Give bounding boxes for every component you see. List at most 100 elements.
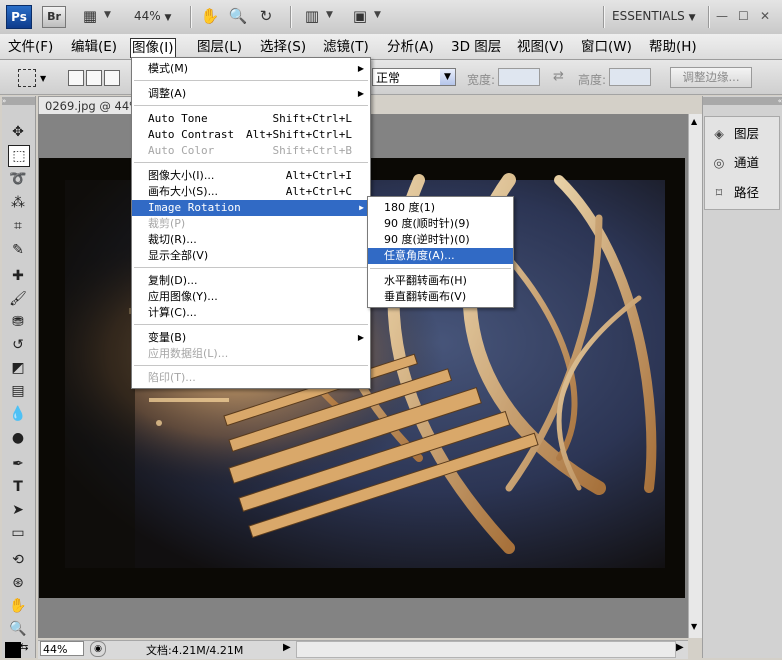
- chevron-down-icon[interactable]: ▼: [374, 10, 381, 20]
- scroll-down-icon[interactable]: ▼: [691, 622, 697, 631]
- brush-tool-icon[interactable]: 🖌: [8, 289, 28, 309]
- image-rotation-submenu: 180 度(1) 90 度(顺时针)(9) 90 度(逆时针)(0) 任意角度(…: [367, 196, 514, 308]
- menu-item-variables[interactable]: 变量(B) ▶: [132, 330, 370, 346]
- channels-icon: ◎: [713, 155, 725, 170]
- eraser-icon[interactable]: ◩: [8, 358, 28, 378]
- menu-separator: [134, 162, 368, 163]
- menu-file[interactable]: 文件(F): [7, 38, 54, 56]
- scroll-up-icon[interactable]: ▲: [691, 117, 697, 126]
- lasso-tool-icon[interactable]: ➰: [8, 169, 28, 189]
- hand-tool-icon[interactable]: ✋: [8, 596, 28, 616]
- menu-item-adjustments[interactable]: 调整(A) ▶: [132, 86, 370, 102]
- menu-item-flip-vertical[interactable]: 垂直翻转画布(V): [368, 289, 513, 305]
- menu-item-rotate-180[interactable]: 180 度(1): [368, 200, 513, 216]
- eyedropper-icon[interactable]: ✎: [8, 240, 28, 260]
- channels-panel-button[interactable]: ◎ 通道: [710, 151, 759, 175]
- paths-panel-button[interactable]: ⌑ 路径: [710, 181, 759, 205]
- menu-item-auto-tone[interactable]: Auto Tone Shift+Ctrl+L: [132, 111, 370, 127]
- subtract-selection-icon[interactable]: [104, 70, 120, 86]
- menu-item-reveal-all[interactable]: 显示全部(V): [132, 248, 370, 264]
- hand-icon[interactable]: ✋: [200, 6, 220, 26]
- magic-wand-icon[interactable]: ⁂: [8, 193, 28, 213]
- menu-help[interactable]: 帮助(H): [648, 38, 698, 56]
- type-tool-icon[interactable]: T: [8, 477, 28, 497]
- 3d-rotate-icon[interactable]: ⟲: [8, 550, 28, 570]
- menu-item-duplicate[interactable]: 复制(D)...: [132, 273, 370, 289]
- maximize-icon[interactable]: ☐: [738, 9, 749, 23]
- zoom-tool-icon[interactable]: 🔍: [8, 619, 28, 639]
- channels-label: 通道: [734, 155, 760, 170]
- menu-item-apply-image[interactable]: 应用图像(Y)...: [132, 289, 370, 305]
- screen-mode-icon[interactable]: ▣: [350, 6, 370, 26]
- chevron-down-icon[interactable]: ▼: [104, 10, 111, 20]
- swap-icon[interactable]: ⇄: [553, 69, 564, 84]
- menu-item-arbitrary[interactable]: 任意角度(A)...: [368, 248, 513, 264]
- collapse-icon[interactable]: »: [2, 97, 35, 105]
- view-extras-icon[interactable]: ▦: [80, 6, 100, 26]
- history-brush-icon[interactable]: ↺: [8, 335, 28, 355]
- blur-tool-icon[interactable]: 💧: [8, 404, 28, 424]
- path-selection-icon[interactable]: ➤: [8, 500, 28, 520]
- menu-3d[interactable]: 3D 图层: [450, 38, 502, 56]
- scroll-right-icon[interactable]: ▶: [676, 642, 684, 653]
- 3d-orbit-icon[interactable]: ⊛: [8, 573, 28, 593]
- vertical-scrollbar[interactable]: ▲ ▼: [688, 114, 703, 638]
- zoom-field[interactable]: 44%: [40, 641, 84, 656]
- menu-item-rotate-90-cw[interactable]: 90 度(顺时针)(9): [368, 216, 513, 232]
- move-tool-icon[interactable]: ✥: [8, 122, 28, 142]
- menu-image[interactable]: 图像(I): [130, 38, 176, 58]
- menu-item-flip-horizontal[interactable]: 水平翻转画布(H): [368, 273, 513, 289]
- healing-brush-icon[interactable]: ✚: [8, 266, 28, 286]
- chevron-down-icon[interactable]: ▼: [40, 74, 46, 83]
- rotate-view-icon[interactable]: ↻: [256, 6, 276, 26]
- pen-tool-icon[interactable]: ✒: [8, 454, 28, 474]
- refine-edge-button[interactable]: 调整边缘...: [670, 67, 752, 88]
- menu-view[interactable]: 视图(V): [516, 38, 565, 56]
- menu-item-calculations[interactable]: 计算(C)...: [132, 305, 370, 321]
- zoom-level-dropdown[interactable]: 44% ▼: [134, 9, 171, 23]
- menu-item-canvas-size[interactable]: 画布大小(S)... Alt+Ctrl+C: [132, 184, 370, 200]
- crop-tool-icon[interactable]: ⌗: [8, 216, 28, 236]
- submenu-arrow-icon: ▶: [357, 64, 364, 73]
- expand-panels-icon[interactable]: «: [703, 97, 782, 105]
- menu-item-rotate-90-ccw[interactable]: 90 度(逆时针)(0): [368, 232, 513, 248]
- horizontal-scrollbar[interactable]: [296, 641, 676, 658]
- swap-colors-icon[interactable]: ⇆: [20, 642, 28, 653]
- gradient-tool-icon[interactable]: ▤: [8, 381, 28, 401]
- menu-item-trim[interactable]: 裁切(R)...: [132, 232, 370, 248]
- menu-layer[interactable]: 图层(L): [196, 38, 243, 56]
- status-menu-arrow-icon[interactable]: ▶: [283, 642, 291, 653]
- foreground-color-swatch[interactable]: [5, 642, 21, 658]
- menu-item-auto-contrast[interactable]: Auto Contrast Alt+Shift+Ctrl+L: [132, 127, 370, 143]
- shape-tool-icon[interactable]: ▭: [8, 523, 28, 543]
- layers-icon: ◈: [714, 126, 724, 141]
- menu-item-mode[interactable]: 模式(M) ▶: [132, 61, 370, 77]
- chevron-down-icon[interactable]: ▼: [326, 10, 333, 20]
- new-selection-icon[interactable]: [68, 70, 84, 86]
- style-select[interactable]: 正常 ▼: [372, 68, 456, 86]
- menu-select[interactable]: 选择(S): [259, 38, 307, 56]
- menu-item-image-size[interactable]: 图像大小(I)... Alt+Ctrl+I: [132, 168, 370, 184]
- zoom-icon[interactable]: 🔍: [228, 6, 248, 26]
- marquee-tool-icon[interactable]: ⬚: [8, 145, 30, 167]
- layers-panel-button[interactable]: ◈ 图层: [710, 122, 759, 146]
- workspace-switcher[interactable]: ESSENTIALS ▼: [612, 9, 696, 23]
- minimize-icon[interactable]: —: [716, 9, 728, 23]
- height-field[interactable]: [609, 68, 651, 86]
- dodge-tool-icon[interactable]: ●: [8, 428, 28, 448]
- width-field[interactable]: [498, 68, 540, 86]
- menu-edit[interactable]: 编辑(E): [70, 38, 118, 56]
- clone-stamp-icon[interactable]: ⛃: [8, 312, 28, 332]
- menu-analysis[interactable]: 分析(A): [386, 38, 435, 56]
- menu-item-image-rotation[interactable]: Image Rotation ▶: [132, 200, 370, 216]
- menu-filter[interactable]: 滤镜(T): [322, 38, 370, 56]
- arrange-documents-icon[interactable]: ▥: [302, 6, 322, 26]
- menu-window[interactable]: 窗口(W): [580, 38, 633, 56]
- add-selection-icon[interactable]: [86, 70, 102, 86]
- marquee-preset-icon[interactable]: [18, 69, 36, 87]
- menu-separator: [134, 365, 368, 366]
- bridge-button[interactable]: Br: [42, 6, 66, 28]
- menu-separator: [370, 268, 511, 269]
- status-info-icon[interactable]: ◉: [90, 641, 106, 657]
- close-icon[interactable]: ✕: [760, 9, 770, 23]
